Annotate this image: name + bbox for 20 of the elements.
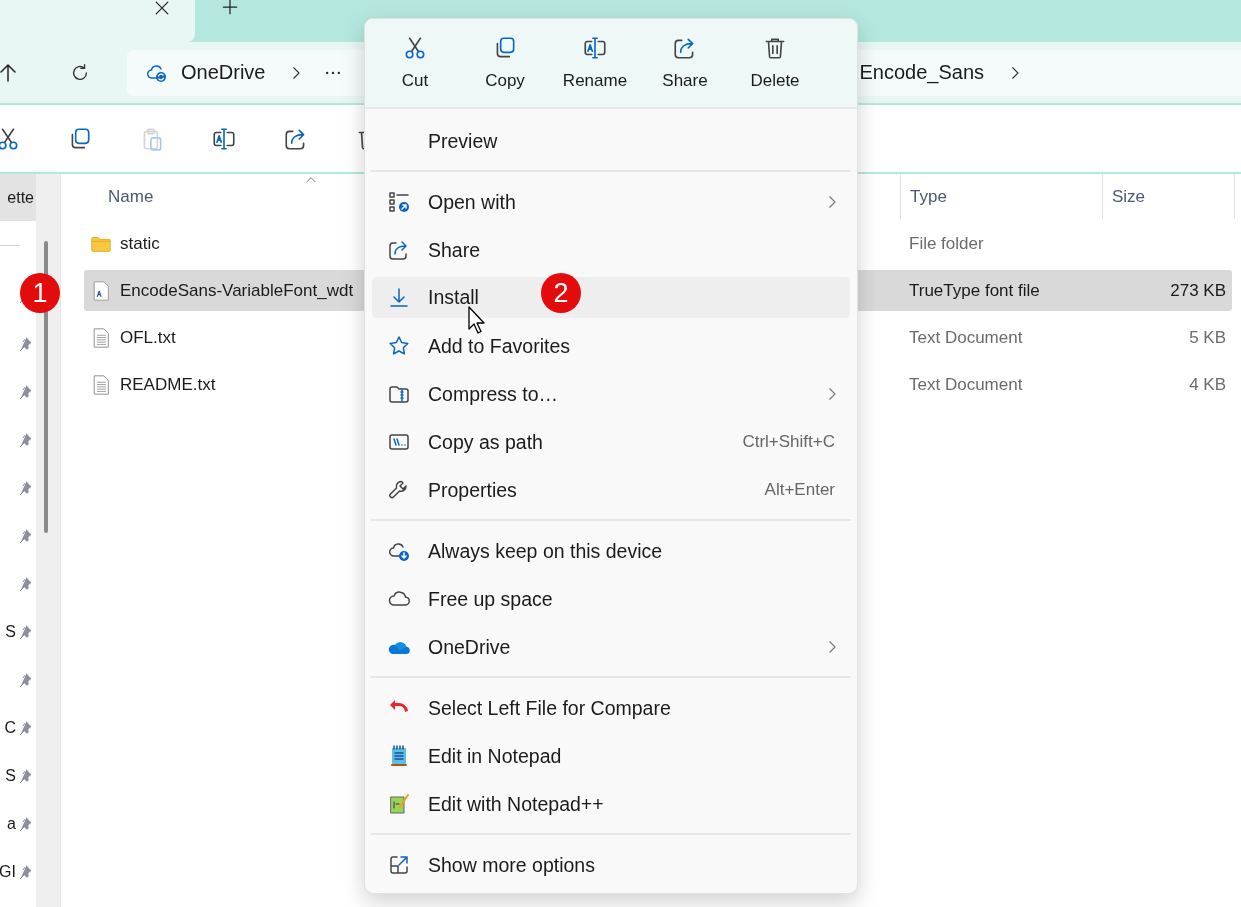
file-name: EncodeSans-VariableFont_wdt	[120, 280, 354, 301]
file-type: TrueType font file	[908, 280, 1041, 301]
file-name: OFL.txt	[120, 327, 176, 348]
file-type: Text Document	[908, 327, 1024, 348]
sidebar-label: S	[5, 767, 16, 785]
file-size: 5 KB	[1188, 327, 1227, 348]
sidebar-label: ette	[7, 188, 34, 207]
shortcut-hint: Ctrl+Shift+C	[742, 432, 835, 452]
file-type: File folder	[908, 233, 985, 254]
shortcut-hint: Alt+Enter	[764, 480, 835, 500]
sidebar-label: a	[7, 815, 16, 833]
step-badge: 1	[20, 273, 60, 313]
sidebar-label: C	[4, 719, 16, 737]
file-name: static	[120, 233, 160, 254]
file-size: 4 KB	[1188, 374, 1227, 395]
file-type: Text Document	[908, 374, 1024, 395]
sidebar-label: GI	[0, 863, 16, 881]
sidebar-label: S	[5, 623, 16, 641]
file-name: README.txt	[120, 374, 216, 395]
file-size: 273 KB	[1169, 280, 1227, 301]
